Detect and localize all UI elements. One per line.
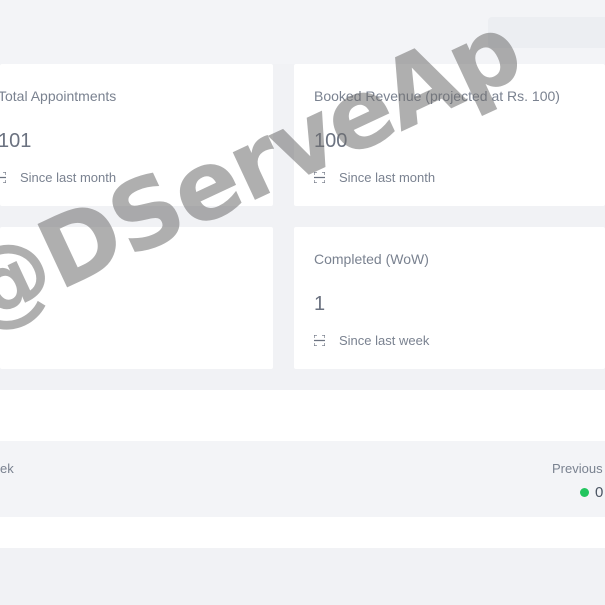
card-value: 100	[314, 130, 348, 152]
card-subtitle: Since last month	[0, 170, 116, 185]
card-title: Booked Revenue (projected at Rs. 100)	[314, 88, 560, 104]
card-subtitle-text: Since last month	[339, 170, 436, 185]
card-obscured	[0, 227, 273, 369]
card-title: Total Appointments	[0, 88, 117, 104]
comparison-row: ek Previous W 0	[0, 441, 605, 517]
previous-week-label: Previous W	[552, 461, 605, 476]
previous-week-value-text: 0	[595, 484, 604, 501]
card-completed-wow: Completed (WoW) 1 Since last week	[294, 227, 605, 369]
top-action-button[interactable]	[488, 17, 605, 48]
scan-icon	[314, 335, 325, 346]
previous-week-value: 0	[580, 484, 603, 501]
current-week-label: ek	[0, 461, 14, 476]
card-value: 101	[0, 130, 32, 152]
card-title: Completed (WoW)	[314, 251, 429, 267]
card-total-appointments: Total Appointments 101 Since last month	[0, 64, 273, 206]
card-subtitle: Since last month	[314, 170, 435, 185]
top-bar	[0, 0, 605, 64]
weekly-comparison-panel: ek Previous W 0	[0, 390, 605, 548]
card-value: 1	[314, 293, 326, 315]
scan-icon	[314, 172, 325, 183]
card-subtitle-text: Since last week	[339, 333, 430, 348]
card-subtitle: Since last week	[314, 333, 429, 348]
card-booked-revenue: Booked Revenue (projected at Rs. 100) 10…	[294, 64, 605, 206]
status-dot-icon	[580, 488, 589, 497]
scan-icon	[0, 172, 6, 183]
card-subtitle-text: Since last month	[20, 170, 117, 185]
